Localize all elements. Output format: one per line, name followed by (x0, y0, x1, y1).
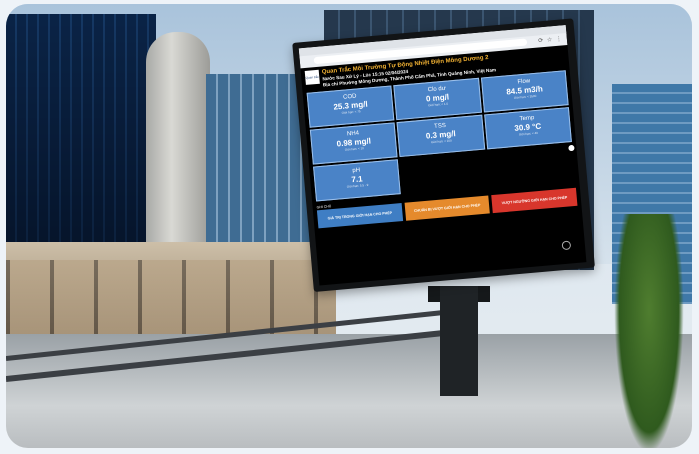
monitoring-page: Quan trắc Quan Trắc Môi Trường Tự Động N… (300, 45, 581, 232)
glass-building-left (6, 14, 156, 254)
browser-toolbar-icons[interactable]: ⟳ ☆ ⋮ (538, 35, 563, 44)
metric-tile-empty (487, 144, 575, 186)
station-logo: Quan trắc (304, 69, 320, 85)
metric-tile-temp: Temp 30.9 °C Giới hạn: < 40 (483, 107, 572, 150)
metric-tile-tss: TSS 0.3 mg/l Giới hạn: < 100 (396, 114, 485, 158)
cylindrical-tower (146, 32, 210, 262)
billboard-pole (440, 286, 478, 396)
metric-tile-ph: pH 7.1 Giới hạn: 5.5 - 9 (313, 159, 402, 202)
plaza-ground (6, 334, 692, 448)
metric-tile-clo-du: Clo dư 0 mg/l Giới hạn: < 1.0 (393, 77, 482, 121)
photo-frame: ⟳ ☆ ⋮ Quan trắc Quan Trắc Môi Trường Tự … (6, 4, 692, 448)
metric-tile-empty (400, 152, 488, 194)
tree (614, 214, 684, 448)
metric-tile-cod: COD 25.3 mg/l Giới hạn: < 75 (306, 85, 395, 128)
metric-grid: COD 25.3 mg/l Giới hạn: < 75 Clo dư 0 mg… (306, 70, 576, 202)
billboard-screen: ⟳ ☆ ⋮ Quan trắc Quan Trắc Môi Trường Tự … (298, 25, 587, 286)
led-billboard: ⟳ ☆ ⋮ Quan trắc Quan Trắc Môi Trường Tự … (292, 18, 595, 292)
metric-tile-nh4: NH4 0.98 mg/l Giới hạn: < 10 (309, 122, 398, 165)
metric-tile-flow: Flow 84.5 m3/h Giới hạn: < 3500 (480, 70, 569, 113)
settings-circle-icon[interactable] (561, 240, 572, 251)
